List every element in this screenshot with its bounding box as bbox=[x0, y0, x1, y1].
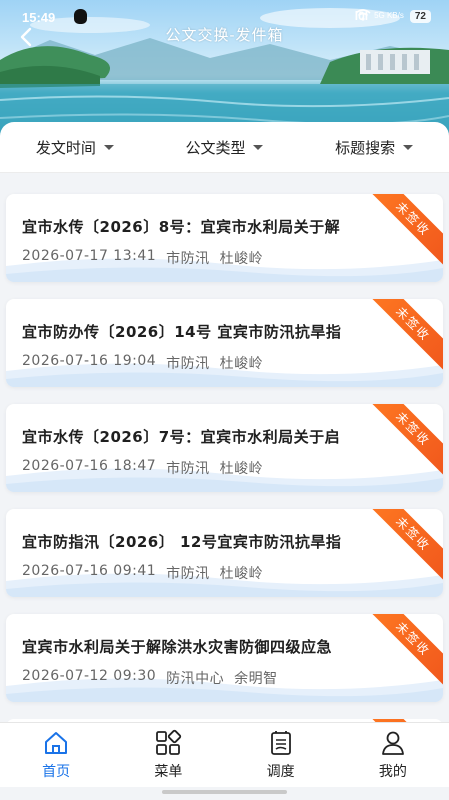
caret-down-icon bbox=[253, 144, 264, 150]
document-list: 宜市水传〔2026〕8号：宜宾市水利局关于解 2026-07-17 13:41 … bbox=[0, 172, 449, 722]
user-icon bbox=[381, 731, 404, 755]
filter-bar: 发文时间 公文类型 标题搜索 bbox=[0, 122, 449, 173]
document-person: 杜峻岭 bbox=[219, 251, 264, 267]
document-card[interactable]: 宜市防办传〔2026〕14号 宜宾市防汛抗旱指 2026-07-16 19:04… bbox=[6, 299, 443, 387]
filter-doc-type[interactable]: 公文类型 bbox=[185, 137, 264, 158]
document-title: 宜市防指汛〔2026〕 12号宜宾市防汛抗旱指 bbox=[22, 533, 342, 551]
status-ribbon: 未签收 bbox=[369, 509, 443, 583]
document-dept: 市防汛 bbox=[166, 566, 210, 582]
document-person: 杜峻岭 bbox=[219, 566, 264, 582]
status-badge: 未签收 bbox=[369, 194, 443, 268]
document-date: 2026-07-16 09:41 bbox=[22, 563, 157, 579]
document-person: 余明智 bbox=[234, 671, 278, 687]
document-meta: 2026-07-16 09:41 市防汛 杜峻岭 bbox=[22, 563, 263, 583]
document-title: 宜市水传〔2026〕7号：宜宾市水利局关于启 bbox=[22, 428, 341, 446]
status-indicators: l0l 5G KB/s 72 bbox=[355, 9, 431, 23]
nav-schedule[interactable]: 调度 bbox=[241, 729, 321, 781]
home-indicator bbox=[162, 790, 287, 794]
document-person: 杜峻岭 bbox=[219, 461, 264, 477]
nav-label: 菜单 bbox=[154, 764, 183, 780]
nav-label: 调度 bbox=[266, 764, 295, 780]
document-dept: 市防汛 bbox=[166, 461, 210, 477]
document-date: 2026-07-12 09:30 bbox=[22, 668, 157, 684]
wifi-icon bbox=[355, 9, 371, 21]
status-ribbon: 未签收 bbox=[369, 614, 443, 688]
document-meta: 2026-07-17 13:41 市防汛 杜峻岭 bbox=[22, 248, 263, 268]
caret-down-icon bbox=[103, 144, 114, 150]
document-dept: 市防汛 bbox=[166, 356, 210, 372]
filter-label: 公文类型 bbox=[185, 138, 246, 157]
document-card[interactable]: 宜市水传〔2026〕7号：宜宾市水利局关于启 2026-07-16 18:47 … bbox=[6, 404, 443, 492]
filter-title-search[interactable]: 标题搜索 bbox=[335, 137, 414, 158]
document-person: 杜峻岭 bbox=[219, 356, 264, 372]
status-ribbon: 未签收 bbox=[369, 194, 443, 268]
document-dept: 防汛中心 bbox=[166, 671, 225, 687]
document-date: 2026-07-16 18:47 bbox=[22, 458, 157, 474]
filter-label: 发文时间 bbox=[35, 138, 96, 157]
filter-send-time[interactable]: 发文时间 bbox=[36, 137, 114, 158]
status-ribbon: 未签收 bbox=[369, 299, 443, 373]
status-badge: 未签收 bbox=[369, 404, 443, 478]
nav-profile[interactable]: 我的 bbox=[353, 729, 433, 781]
qq-icon bbox=[74, 9, 87, 24]
document-date: 2026-07-16 19:04 bbox=[22, 353, 157, 369]
nav-label: 我的 bbox=[378, 764, 407, 780]
nav-label: 首页 bbox=[42, 764, 71, 780]
status-ribbon: 未签收 bbox=[369, 404, 443, 478]
document-dept: 市防汛 bbox=[166, 251, 210, 267]
page-title: 公文交换-发件箱 bbox=[165, 27, 284, 44]
document-title: 宜市防办传〔2026〕14号 宜宾市防汛抗旱指 bbox=[22, 323, 342, 341]
caret-down-icon bbox=[403, 144, 414, 150]
battery-indicator: 72 bbox=[409, 9, 431, 23]
filter-label: 标题搜索 bbox=[335, 138, 396, 157]
bottom-nav: 首页 菜单 调度 我的 bbox=[0, 722, 449, 787]
document-title: 宜市水传〔2026〕8号：宜宾市水利局关于解 bbox=[22, 218, 341, 236]
status-badge: 未签收 bbox=[369, 509, 443, 583]
document-date: 2026-07-17 13:41 bbox=[22, 248, 157, 264]
document-meta: 2026-07-16 18:47 市防汛 杜峻岭 bbox=[22, 458, 263, 478]
status-time: 15:49 bbox=[22, 10, 56, 25]
document-card[interactable]: 宜市防指汛〔2026〕 12号宜宾市防汛抗旱指 2026-07-16 09:41… bbox=[6, 509, 443, 597]
document-meta: 2026-07-16 19:04 市防汛 杜峻岭 bbox=[22, 353, 263, 373]
home-icon bbox=[45, 732, 68, 754]
document-card[interactable]: 宜宾市水利局关于解除洪水灾害防御四级应急 2026-07-12 09:30 防汛… bbox=[6, 614, 443, 702]
document-meta: 2026-07-12 09:30 防汛中心 余明智 bbox=[22, 668, 278, 688]
status-badge: 未签收 bbox=[369, 614, 443, 688]
status-badge: 未签收 bbox=[369, 299, 443, 373]
document-title: 宜宾市水利局关于解除洪水灾害防御四级应急 bbox=[22, 638, 333, 656]
network-speed: 5G KB/s bbox=[374, 11, 404, 20]
nav-menu[interactable]: 菜单 bbox=[128, 729, 208, 781]
schedule-icon bbox=[270, 731, 291, 755]
grid-icon bbox=[156, 729, 182, 755]
nav-home[interactable]: 首页 bbox=[16, 729, 96, 781]
document-card[interactable]: 宜市水传〔2026〕8号：宜宾市水利局关于解 2026-07-17 13:41 … bbox=[6, 194, 443, 282]
